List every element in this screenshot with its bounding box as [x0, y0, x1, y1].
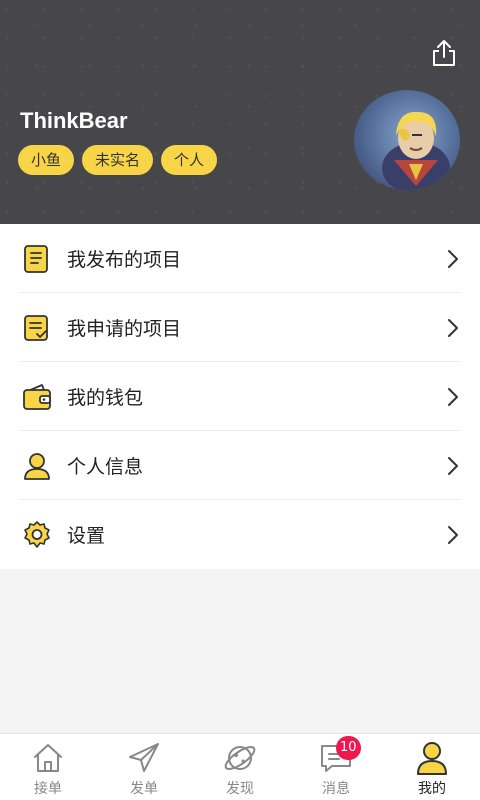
home-icon — [34, 744, 62, 772]
unread-badge: 10 — [336, 736, 361, 760]
bottom-tab-bar: 接单 发单 发现 10 消息 我的 — [0, 733, 480, 800]
menu-label: 我的钱包 — [67, 387, 144, 409]
share-icon[interactable] — [430, 38, 458, 68]
chevron-right-icon — [448, 388, 458, 406]
menu-item-applied-projects[interactable]: 我申请的项目 — [0, 293, 480, 362]
menu-label: 设置 — [67, 525, 106, 547]
chevron-right-icon — [448, 457, 458, 475]
menu-label: 我发布的项目 — [67, 249, 182, 271]
tag-level: 小鱼 — [18, 145, 75, 175]
tab-label: 发单 — [130, 781, 158, 797]
planet-icon — [224, 746, 256, 770]
username: ThinkBear — [20, 108, 128, 133]
applied-projects-icon — [24, 314, 48, 341]
wallet-icon — [23, 383, 51, 410]
menu-label: 个人信息 — [67, 456, 144, 478]
settings-gear-icon — [24, 520, 50, 548]
avatar[interactable] — [354, 90, 460, 190]
person-icon — [24, 452, 50, 480]
tab-discover[interactable]: 发现 — [192, 734, 288, 800]
tab-label: 接单 — [34, 781, 62, 797]
tab-post-order[interactable]: 发单 — [96, 734, 192, 800]
tab-messages[interactable]: 10 消息 — [288, 734, 384, 800]
published-projects-icon — [24, 244, 48, 273]
tab-label: 发现 — [226, 781, 254, 797]
profile-icon — [417, 742, 447, 775]
menu-item-published-projects[interactable]: 我发布的项目 — [0, 224, 480, 293]
chevron-right-icon — [448, 526, 458, 544]
paper-plane-icon — [129, 743, 159, 772]
tag-verification: 未实名 — [82, 145, 154, 175]
menu-item-wallet[interactable]: 我的钱包 — [0, 362, 480, 431]
menu-list: 我发布的项目 我申请的项目 我的钱包 个人信息 设置 — [0, 224, 480, 569]
profile-header: ThinkBear 小鱼 未实名 个人 — [0, 0, 480, 224]
tab-label: 消息 — [322, 781, 350, 797]
tab-label: 我的 — [418, 781, 446, 797]
menu-label: 我申请的项目 — [67, 318, 182, 340]
profile-tags: 小鱼 未实名 个人 — [18, 145, 218, 175]
chevron-right-icon — [448, 250, 458, 268]
menu-item-settings[interactable]: 设置 — [0, 500, 480, 569]
menu-item-personal-info[interactable]: 个人信息 — [0, 431, 480, 500]
tab-mine[interactable]: 我的 — [384, 734, 480, 800]
tag-account-type: 个人 — [161, 145, 218, 175]
tab-orders[interactable]: 接单 — [0, 734, 96, 800]
chevron-right-icon — [448, 319, 458, 337]
